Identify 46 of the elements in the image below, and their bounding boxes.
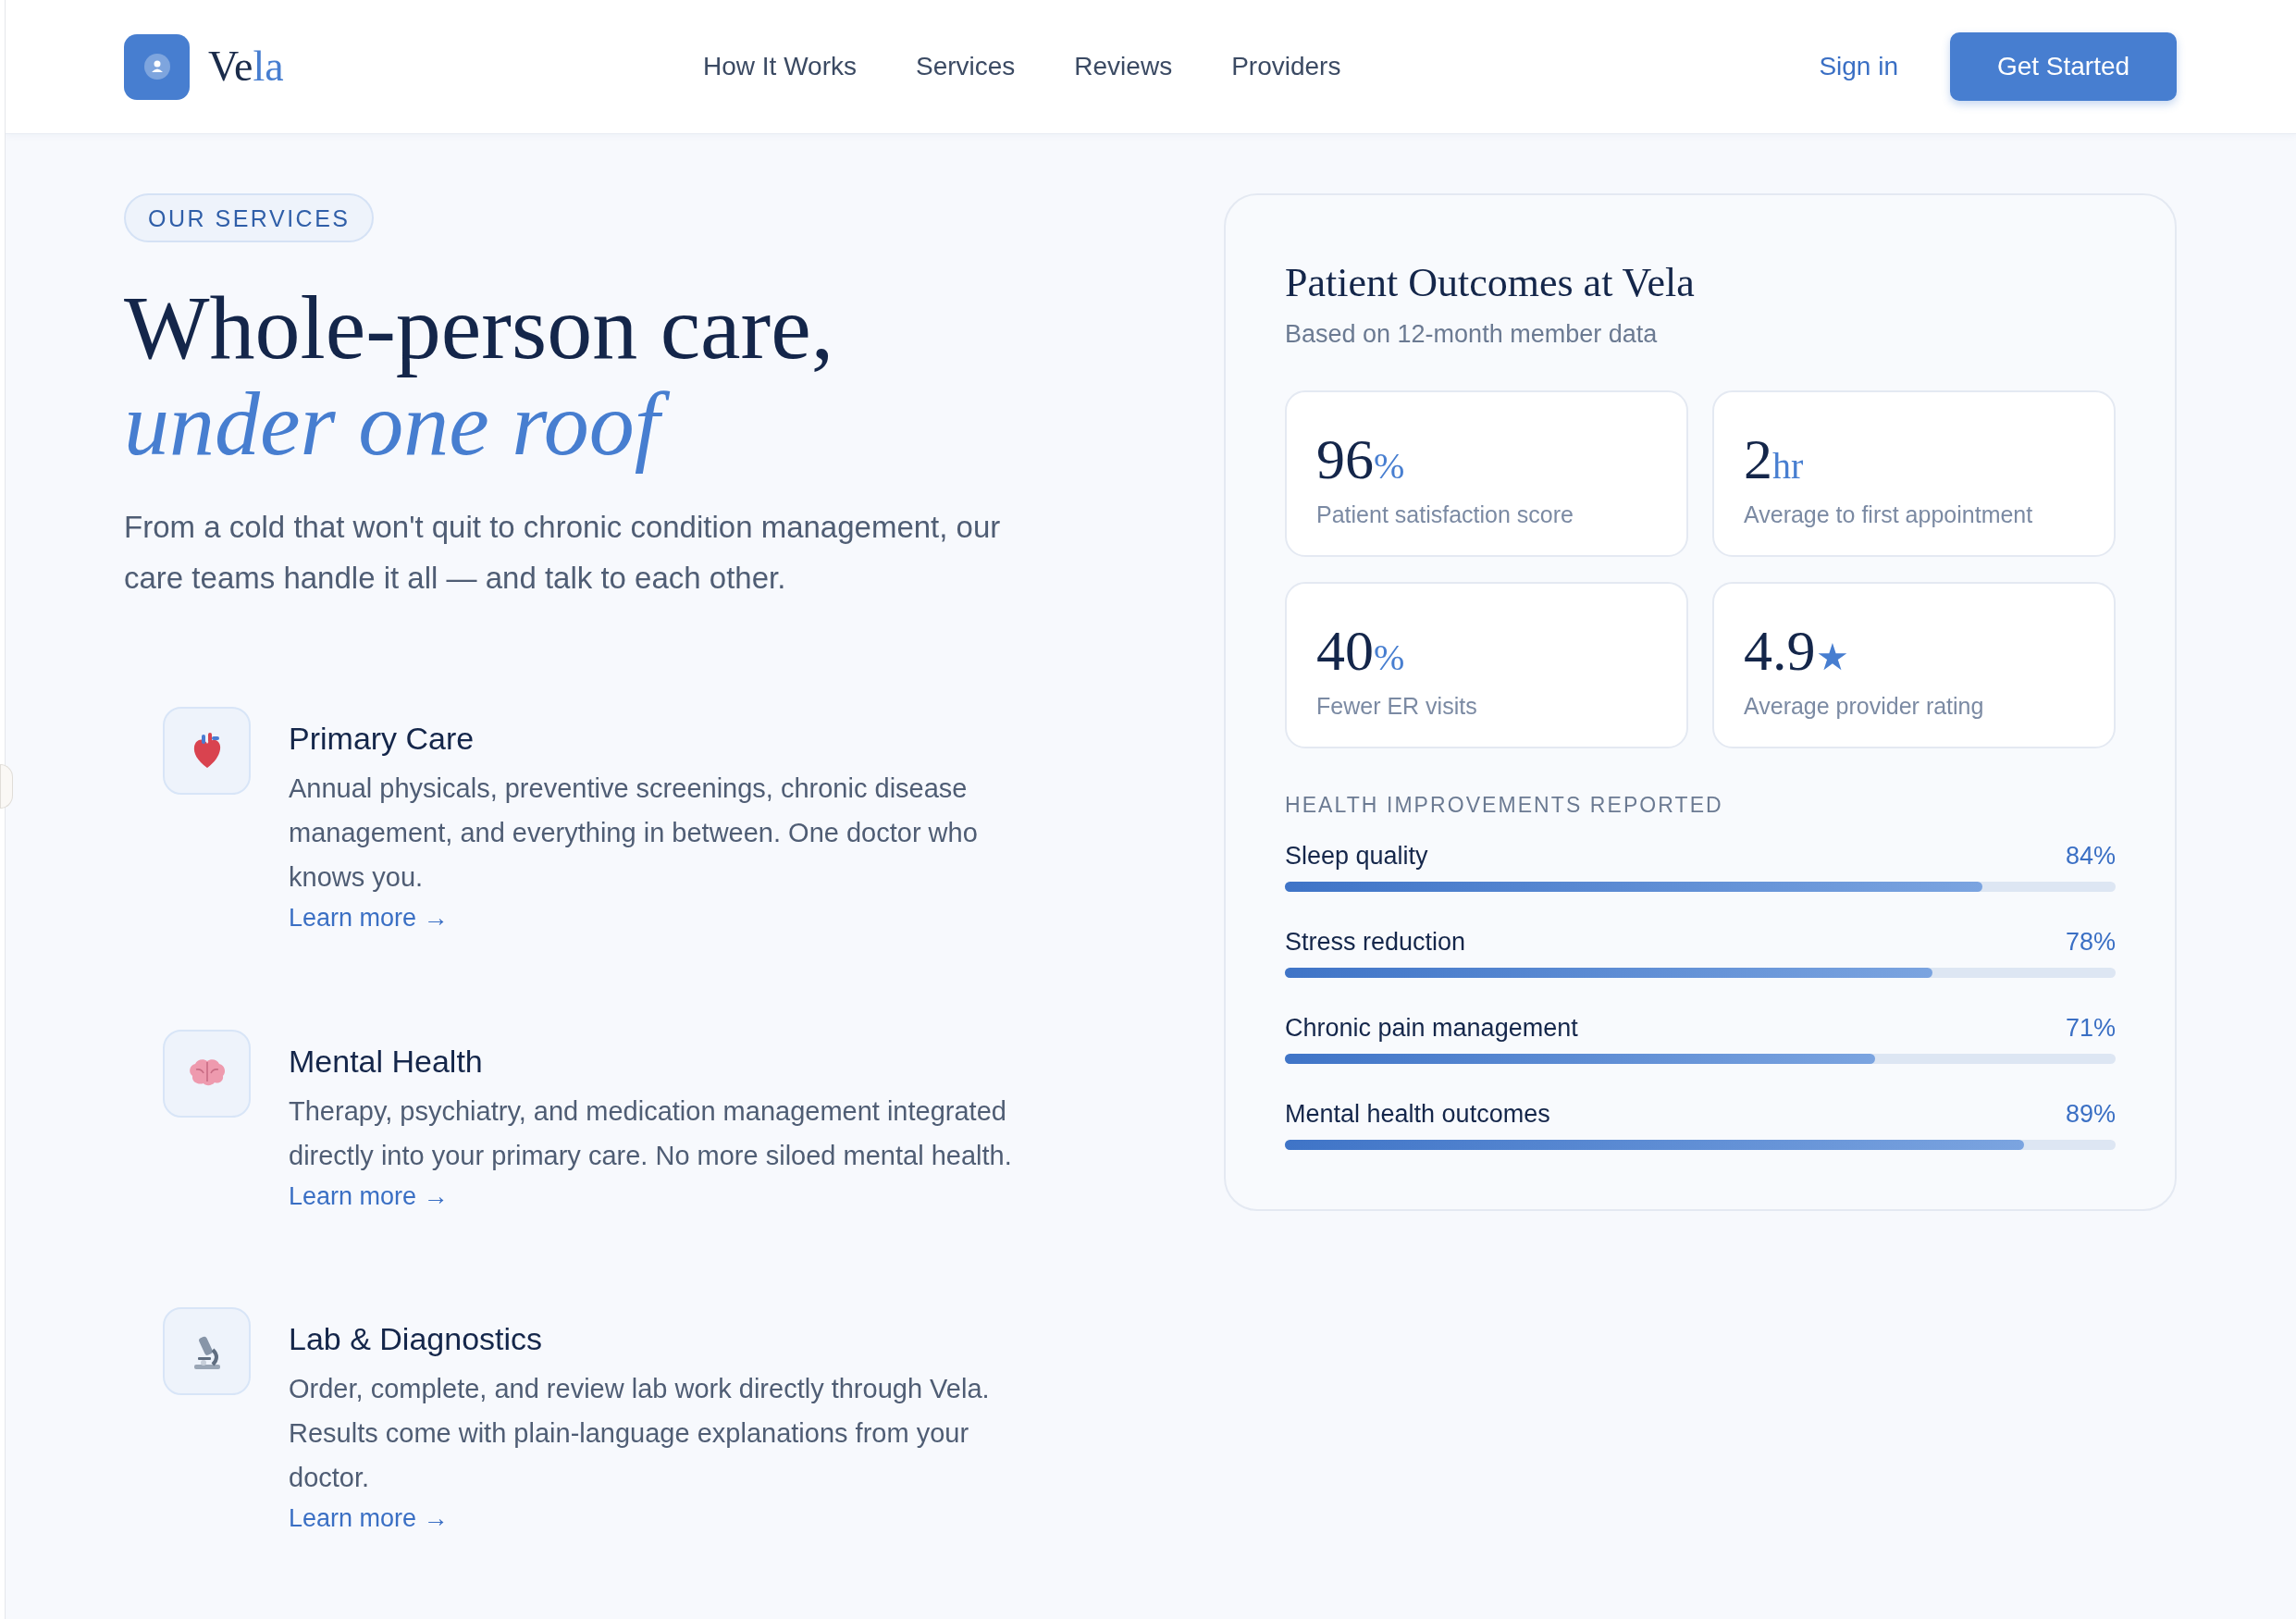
nav-link[interactable]: Reviews	[1074, 47, 1173, 86]
stat-value: 4.9	[1744, 622, 1816, 678]
sign-in-link[interactable]: Sign in	[1819, 47, 1898, 86]
stat-unit: hr	[1772, 443, 1804, 488]
service-title: Primary Care	[289, 720, 475, 758]
stat-label: Average to first appointment	[1744, 500, 2034, 529]
service-description: Order, complete, and review lab work directly through Vela. Results come with plain-language explanations from your doctor.	[289, 1373, 991, 1494]
nav-link[interactable]: Providers	[1231, 47, 1341, 86]
nav-link[interactable]: How It Works	[703, 47, 857, 86]
metric-percent: 89%	[2065, 1099, 2116, 1130]
card-subtitle: Based on 12-month member data	[1285, 319, 1659, 350]
stat-value: 96	[1316, 430, 1374, 487]
metric-percent: 78%	[2065, 927, 2116, 958]
metric-percent: 84%	[2065, 841, 2116, 871]
stat-label: Average provider rating	[1744, 691, 1985, 721]
stat-value: 2	[1744, 430, 1772, 487]
metric-label: Sleep quality	[1285, 841, 1428, 871]
service-title: Mental Health	[289, 1042, 484, 1081]
intro-paragraph: From a cold that won't quit to chronic condition management, our care teams handle it all — and talk to each other.	[124, 509, 1002, 597]
learn-more-link[interactable]: Learn more →	[289, 904, 449, 932]
section-label: HEALTH IMPROVEMENTS REPORTED	[1285, 791, 1724, 819]
brand-name[interactable]: Vela	[208, 45, 284, 88]
stat-unit: ★	[1815, 635, 1849, 680]
stat-unit: %	[1374, 443, 1405, 488]
service-description: Annual physicals, preventive screenings, chronic disease management, and everything in between. One doctor who knows you.	[289, 772, 979, 894]
service-description: Therapy, psychiatry, and medication management integrated directly into your primary care. No more siloed mental health.	[289, 1094, 1013, 1172]
microscope-icon	[163, 1307, 251, 1395]
metric-label: Chronic pain management	[1285, 1013, 1578, 1044]
metric-label: Mental health outcomes	[1285, 1099, 1550, 1130]
brain-icon	[163, 1029, 251, 1118]
get-started-button[interactable]: Get Started	[1950, 32, 2177, 101]
stat-label: Fewer ER visits	[1316, 691, 1478, 721]
metric-label: Stress reduction	[1285, 927, 1466, 958]
stat-label: Patient satisfaction score	[1316, 500, 1574, 529]
card-title: Patient Outcomes at Vela	[1285, 259, 1696, 307]
nav-link[interactable]: Services	[915, 47, 1016, 86]
learn-more-link[interactable]: Learn more →	[289, 1181, 449, 1210]
heading: Whole-person care,	[124, 279, 835, 376]
section-badge: OUR SERVICES	[124, 193, 375, 242]
learn-more-link[interactable]: Learn more →	[289, 1504, 449, 1532]
metric-percent: 71%	[2065, 1013, 2116, 1044]
logo-icon	[124, 33, 190, 100]
stat-value: 40	[1316, 622, 1374, 678]
service-title: Lab & Diagnostics	[289, 1320, 544, 1358]
stat-unit: %	[1374, 635, 1405, 680]
resize-handle[interactable]	[0, 764, 13, 809]
